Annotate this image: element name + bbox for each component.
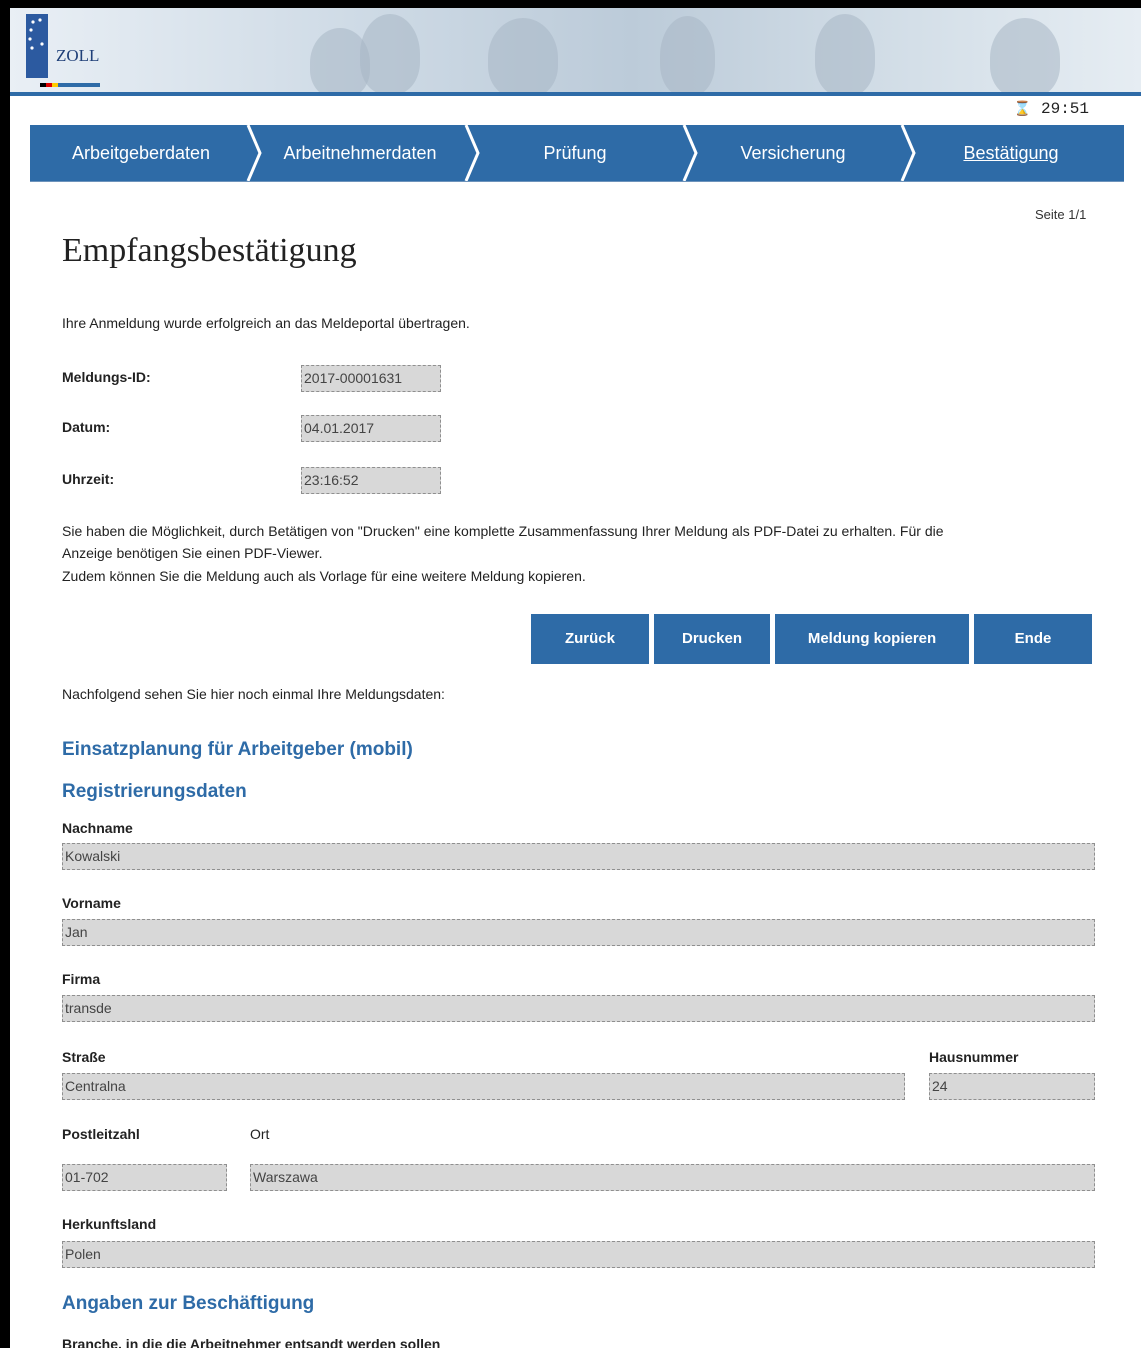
copy-report-button[interactable]: Meldung kopieren <box>775 614 969 664</box>
firstname-field: Jan <box>62 919 1095 946</box>
header-banner: ZOLL <box>10 8 1141 92</box>
city-field: Warszawa <box>250 1164 1095 1191</box>
page-title: Empfangsbestätigung <box>62 232 357 269</box>
page: ZOLL ⌛ 29:51 Arbeitgeberdaten Arbeitnehm… <box>10 8 1141 1348</box>
info-line-2: Anzeige benötigen Sie einen PDF-Viewer. <box>62 545 323 561</box>
street-field: Centralna <box>62 1073 905 1100</box>
city-label: Ort <box>250 1126 270 1142</box>
country-label: Herkunftsland <box>62 1216 157 1232</box>
datum-field: 04.01.2017 <box>301 415 441 442</box>
housenumber-label: Hausnummer <box>929 1049 1019 1065</box>
logo-star-panel <box>26 14 48 78</box>
info-line-3: Zudem können Sie die Meldung auch als Vo… <box>62 568 586 584</box>
followup-text: Nachfolgend sehen Sie hier noch einmal I… <box>62 686 445 702</box>
banner-person <box>488 18 558 92</box>
street-label: Straße <box>62 1049 106 1065</box>
country-field: Polen <box>62 1241 1095 1268</box>
german-flag-bar <box>40 74 100 87</box>
chevron-right-icon <box>464 125 480 181</box>
progress-steps: Arbeitgeberdaten Arbeitnehmerdaten Prüfu… <box>30 125 1124 181</box>
header-divider <box>10 92 1141 96</box>
hourglass-icon: ⌛ <box>1013 101 1031 118</box>
meldungs-id-field: 2017-00001631 <box>301 365 441 392</box>
banner-person <box>990 18 1060 92</box>
zip-field: 01-702 <box>62 1164 227 1191</box>
zoll-logo[interactable]: ZOLL <box>26 14 108 87</box>
banner-person <box>360 14 420 92</box>
branch-label: Branche, in die die Arbeitnehmer entsand… <box>62 1336 441 1348</box>
uhrzeit-field: 23:16:52 <box>301 467 441 494</box>
section-planning: Einsatzplanung für Arbeitgeber (mobil) <box>62 739 413 760</box>
lastname-label: Nachname <box>62 820 133 836</box>
lastname-field: Kowalski <box>62 843 1095 870</box>
page-indicator: Seite 1/1 <box>1035 207 1087 222</box>
zip-label: Postleitzahl <box>62 1126 140 1142</box>
step-arbeitgeberdaten[interactable]: Arbeitgeberdaten <box>30 125 252 181</box>
timer-value: 29:51 <box>1040 100 1089 118</box>
step-pruefung[interactable]: Prüfung <box>480 125 670 181</box>
info-line-1: Sie haben die Möglichkeit, durch Betätig… <box>62 523 944 539</box>
section-registration: Registrierungsdaten <box>62 781 247 802</box>
success-message: Ihre Anmeldung wurde erfolgreich an das … <box>62 315 470 331</box>
eu-stars-icon <box>28 18 44 50</box>
steps-underline <box>30 181 1124 182</box>
banner-person <box>660 16 715 92</box>
back-button[interactable]: Zurück <box>531 614 649 664</box>
banner-person <box>815 14 875 92</box>
step-bestaetigung[interactable]: Bestätigung <box>916 125 1106 181</box>
company-field: transde <box>62 995 1095 1022</box>
step-versicherung[interactable]: Versicherung <box>698 125 888 181</box>
chevron-right-icon <box>900 125 916 181</box>
end-button[interactable]: Ende <box>974 614 1092 664</box>
step-arbeitnehmerdaten[interactable]: Arbeitnehmerdaten <box>262 125 458 181</box>
section-employment: Angaben zur Beschäftigung <box>62 1293 315 1314</box>
uhrzeit-label: Uhrzeit: <box>62 471 115 487</box>
company-label: Firma <box>62 971 101 987</box>
firstname-label: Vorname <box>62 895 121 911</box>
chevron-right-icon <box>682 125 698 181</box>
print-button[interactable]: Drucken <box>654 614 770 664</box>
meldungs-id-label: Meldungs-ID: <box>62 369 151 385</box>
session-timer: ⌛ 29:51 <box>1014 100 1089 118</box>
logo-text: ZOLL <box>56 46 100 65</box>
housenumber-field: 24 <box>929 1073 1095 1100</box>
datum-label: Datum: <box>62 419 111 435</box>
chevron-right-icon <box>246 125 262 181</box>
